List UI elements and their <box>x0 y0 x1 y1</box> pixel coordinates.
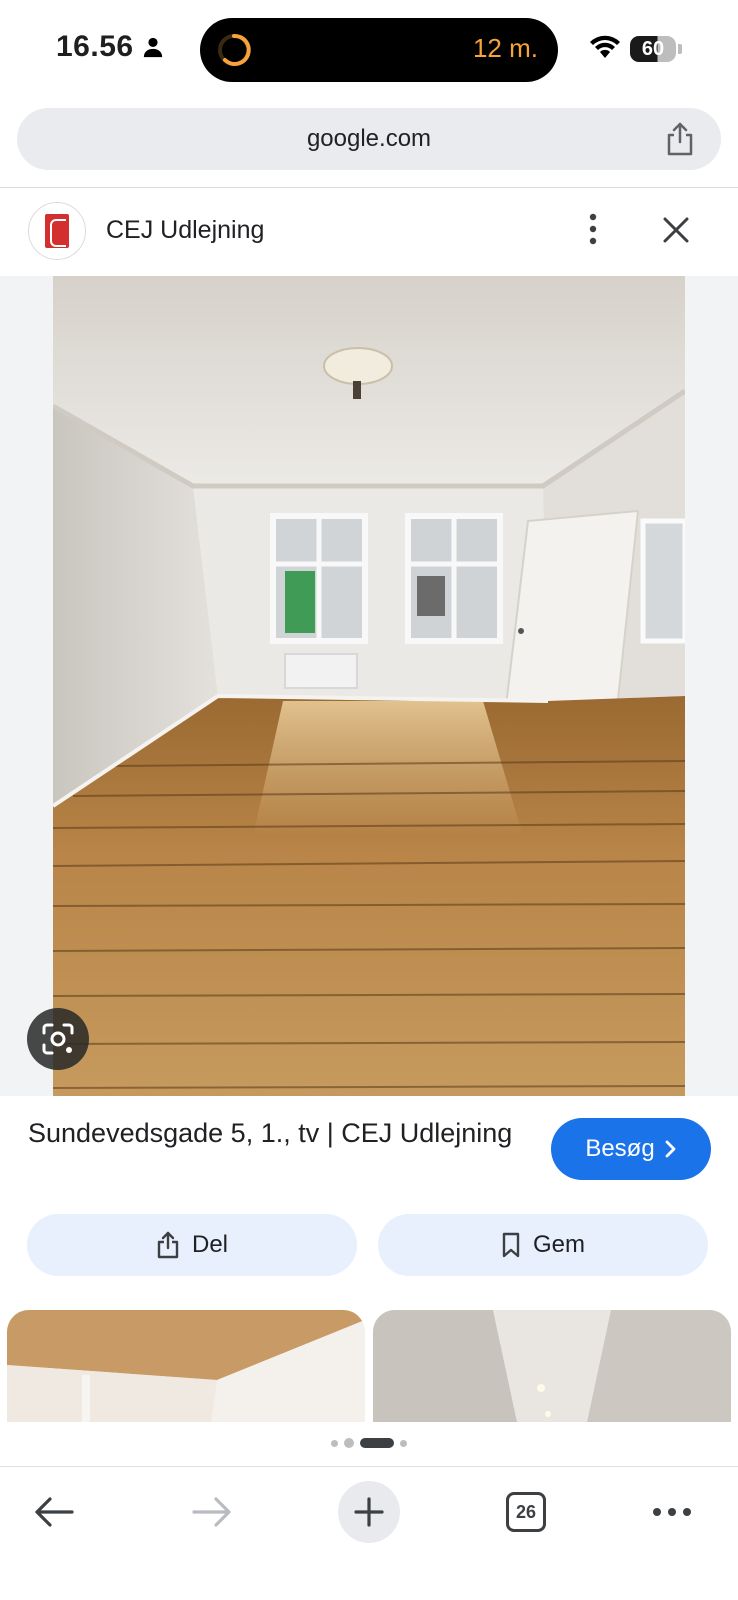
arrow-right-icon <box>192 1497 231 1527</box>
tab-switcher-button[interactable]: 26 <box>504 1467 548 1557</box>
close-icon[interactable] <box>660 214 692 246</box>
plus-icon <box>354 1497 384 1527</box>
bottom-toolbar: 26 <box>0 1466 738 1600</box>
new-tab-button[interactable] <box>338 1467 400 1557</box>
address-bar[interactable]: google.com <box>17 108 721 170</box>
related-image[interactable] <box>373 1310 731 1422</box>
clock: 16.56 <box>56 30 164 64</box>
related-image[interactable] <box>7 1310 365 1422</box>
visit-button[interactable]: Besøg <box>551 1118 711 1180</box>
result-header: CEJ Udlejning <box>0 188 738 276</box>
more-menu-button[interactable] <box>648 1467 696 1557</box>
carousel-dot-active <box>360 1438 394 1448</box>
source-name[interactable]: CEJ Udlejning <box>106 216 264 245</box>
person-icon <box>143 37 162 58</box>
more-horizontal-icon <box>653 1508 691 1516</box>
clock-time: 16.56 <box>56 30 134 63</box>
cej-logo-icon <box>45 214 69 248</box>
carousel-dot <box>344 1438 354 1448</box>
carousel-dot <box>331 1439 338 1447</box>
battery-cap <box>678 44 682 54</box>
share-label: Del <box>191 1231 228 1258</box>
url-text: google.com <box>306 125 432 152</box>
more-vertical-icon[interactable] <box>580 210 606 248</box>
result-title[interactable]: Sundevedsgade 5, 1., tv | CEJ Udlejning <box>28 1116 528 1151</box>
related-hallway-illustration <box>373 1310 731 1422</box>
related-images <box>0 1310 738 1422</box>
related-room-illustration <box>7 1310 365 1422</box>
lens-icon <box>42 1023 74 1055</box>
tab-count: 26 <box>506 1492 546 1532</box>
activity-timer: 12 m. <box>472 33 538 63</box>
save-button[interactable]: Gem <box>378 1214 708 1276</box>
bookmark-icon <box>502 1232 520 1258</box>
share-icon <box>157 1231 179 1259</box>
room-illustration <box>53 276 685 1096</box>
timer-ring-icon <box>218 33 251 66</box>
wifi-icon <box>590 35 620 58</box>
battery-level: 60 <box>641 38 665 60</box>
forward-button[interactable] <box>182 1467 242 1557</box>
carousel-indicator <box>0 1436 738 1450</box>
arrow-left-icon <box>35 1497 74 1527</box>
chevron-right-icon <box>665 1140 676 1158</box>
dynamic-island[interactable]: 12 m. <box>200 18 558 82</box>
google-lens-button[interactable] <box>27 1008 89 1070</box>
back-button[interactable] <box>24 1467 84 1557</box>
status-bar: 16.56 12 m. 60 <box>0 0 738 100</box>
share-button[interactable]: Del <box>27 1214 357 1276</box>
visit-label: Besøg <box>585 1135 655 1162</box>
carousel-dot <box>400 1439 407 1447</box>
new-tab-circle <box>338 1481 400 1543</box>
image-viewer[interactable] <box>0 276 738 1096</box>
site-favicon <box>28 202 86 260</box>
battery-icon: 60 <box>630 36 676 62</box>
apartment-photo[interactable] <box>53 276 685 1096</box>
share-icon[interactable] <box>665 122 695 156</box>
save-label: Gem <box>532 1231 585 1258</box>
